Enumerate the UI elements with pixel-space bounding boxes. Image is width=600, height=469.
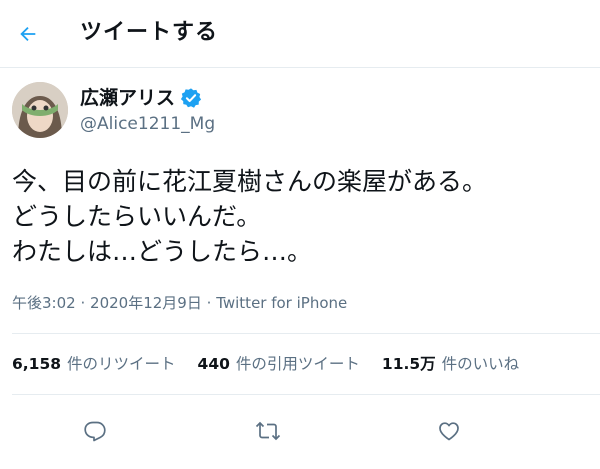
retweet-stat[interactable]: 6,158 件のリツイート [12,352,176,376]
like-label: 件のいいね [441,355,520,373]
divider [12,333,600,334]
avatar[interactable] [12,82,68,138]
quote-count: 440 [197,355,230,373]
page-title: ツイートする [80,20,219,45]
back-arrow-icon[interactable] [12,18,44,50]
divider [12,394,600,395]
tweet-stats: 6,158 件のリツイート 440 件の引用ツイート 11.5万 件のいいね [12,352,541,376]
author-handle[interactable]: @Alice1211_Mg [80,112,215,136]
tweet-source[interactable]: Twitter for iPhone [216,294,347,312]
author-name[interactable]: 広瀬アリス [80,86,175,110]
author-row: 広瀬アリス [80,86,202,110]
tweet-text: 今、目の前に花江夏樹さんの楽屋がある。 どうしたらいいんだ。 わたしは…どうした… [12,167,488,266]
tweet-time[interactable]: 午後3:02 [12,294,76,312]
retweet-count: 6,158 [12,355,62,373]
quote-label: 件の引用ツイート [235,355,360,373]
quote-stat[interactable]: 440 件の引用ツイート [198,352,360,376]
meta-separator: · [80,294,86,312]
tweet-date[interactable]: 2020年12月9日 [90,294,202,312]
like-icon[interactable] [432,414,466,448]
like-stat[interactable]: 11.5万 件のいいね [382,352,519,376]
reply-icon[interactable] [78,414,112,448]
verified-badge-icon [180,88,202,108]
like-count: 11.5万 [381,355,436,373]
action-bar [0,410,600,450]
retweet-label: 件のリツイート [67,355,176,373]
meta-separator: · [206,294,212,312]
tweet-meta: 午後3:02 · 2020年12月9日 · Twitter for iPhone [12,292,347,314]
header: ツイートする [0,0,600,68]
retweet-icon[interactable] [251,414,285,448]
